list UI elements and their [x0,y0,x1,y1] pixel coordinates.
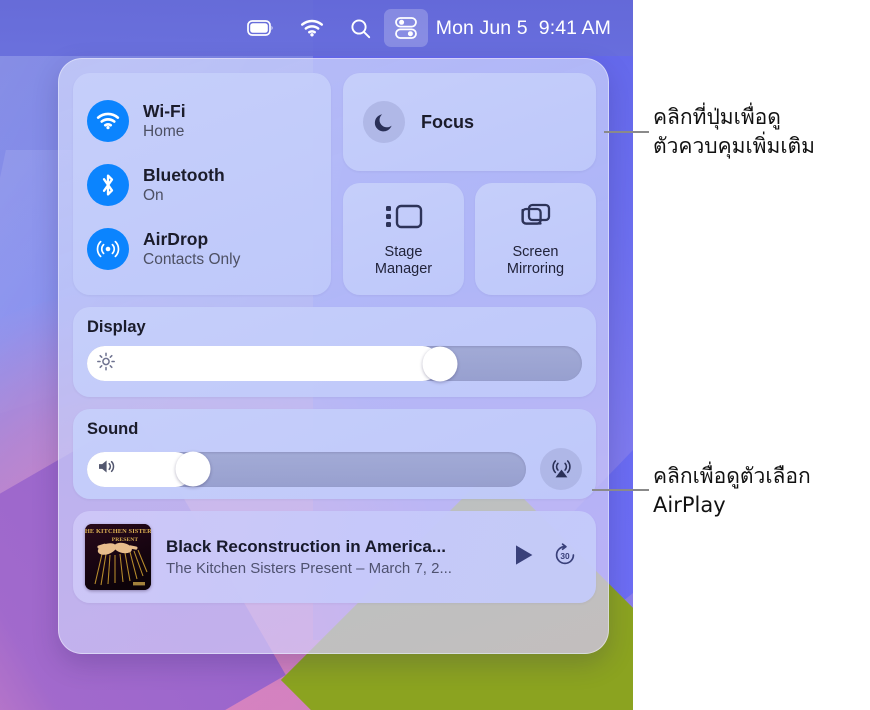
annotation-control-center-line2: ตัวควบคุมเพิ่มเติม [653,133,816,158]
now-playing-title: Black Reconstruction in America... [166,537,446,556]
display-tile: Display [73,307,596,397]
airdrop-row[interactable]: AirDrop Contacts Only [87,217,317,281]
airplay-audio-icon[interactable] [540,448,582,490]
sound-volume-slider[interactable] [87,451,526,487]
podcast-artwork: THE KITCHEN SISTERS PRESENT [85,524,151,590]
airdrop-icon[interactable] [87,228,129,270]
moon-icon [363,101,405,143]
svg-text:THE KITCHEN SISTERS: THE KITCHEN SISTERS [85,528,151,535]
play-icon[interactable] [513,543,535,572]
connectivity-tile: Wi-Fi Home Bluetooth On AirDrop Contacts… [73,73,331,295]
bluetooth-status: On [143,187,164,205]
brightness-icon [96,351,116,376]
wifi-label: Wi-Fi [143,101,186,122]
callout-line-control-center [604,131,649,133]
bluetooth-icon[interactable] [87,164,129,206]
stage-manager-icon [383,201,425,236]
display-slider-knob[interactable] [422,346,458,381]
screenshot-root: Mon Jun 5 9:41 AM Wi-Fi Home Bluetooth O… [0,0,870,710]
screen-mirroring-label: Screen Mirroring [507,244,564,276]
battery-icon[interactable] [234,8,287,48]
stage-manager-tile[interactable]: Stage Manager [343,183,464,295]
control-center-icon[interactable] [383,9,428,47]
control-center-panel: Wi-Fi Home Bluetooth On AirDrop Contacts… [58,58,609,654]
display-brightness-slider[interactable] [87,346,582,381]
annotation-airplay-line2: AirPlay [653,492,726,517]
annotation-airplay-line1: คลิกเพื่อดูตัวเลือก [653,464,811,488]
bluetooth-label: Bluetooth [143,165,225,186]
skip-forward-amount: 30 [560,550,570,560]
screen-mirroring-tile[interactable]: Screen Mirroring [475,183,596,295]
focus-tile[interactable]: Focus [343,73,596,171]
annotation-airplay: คลิกเพื่อดูตัวเลือก AirPlay [653,462,811,520]
screen-mirroring-label-line2: Mirroring [506,260,565,277]
wifi-icon[interactable] [87,100,129,142]
annotation-control-center-line1: คลิกที่ปุ่มเพื่อดู [653,105,781,129]
screen-mirroring-icon [516,201,556,236]
menu-bar-clock[interactable]: Mon Jun 5 9:41 AM [428,17,611,40]
skip-forward-30-icon[interactable]: 30 [552,542,578,573]
callout-line-airplay [592,489,649,491]
airdrop-label: AirDrop [143,229,209,250]
svg-text:PRESENT: PRESENT [112,537,139,543]
stage-manager-label-line1: Stage [384,244,423,261]
display-slider-fill [87,346,441,381]
airdrop-status: Contacts Only [143,251,241,269]
wifi-status: Home [143,123,185,141]
wifi-row[interactable]: Wi-Fi Home [87,89,317,153]
sound-tile: Sound [73,409,596,499]
menu-bar: Mon Jun 5 9:41 AM [0,0,633,56]
focus-label: Focus [421,111,475,132]
now-playing-subtitle: The Kitchen Sisters Present – March 7, 2… [166,560,452,577]
stage-manager-label-line2: Manager [374,260,433,277]
bluetooth-row[interactable]: Bluetooth On [87,153,317,217]
annotation-control-center: คลิกที่ปุ่มเพื่อดู ตัวควบคุมเพิ่มเติม [653,103,815,161]
sound-slider-knob[interactable] [175,451,211,487]
desktop-screen: Mon Jun 5 9:41 AM Wi-Fi Home Bluetooth O… [0,0,633,710]
screen-mirroring-label-line1: Screen [512,244,559,261]
search-icon[interactable] [337,8,384,48]
stage-manager-label: Stage Manager [375,244,432,276]
display-label: Display [87,318,146,336]
sound-label: Sound [87,420,139,438]
wifi-icon[interactable] [287,8,337,48]
now-playing-tile: THE KITCHEN SISTERS PRESENT Black Recons… [73,511,596,603]
speaker-icon [96,458,118,481]
